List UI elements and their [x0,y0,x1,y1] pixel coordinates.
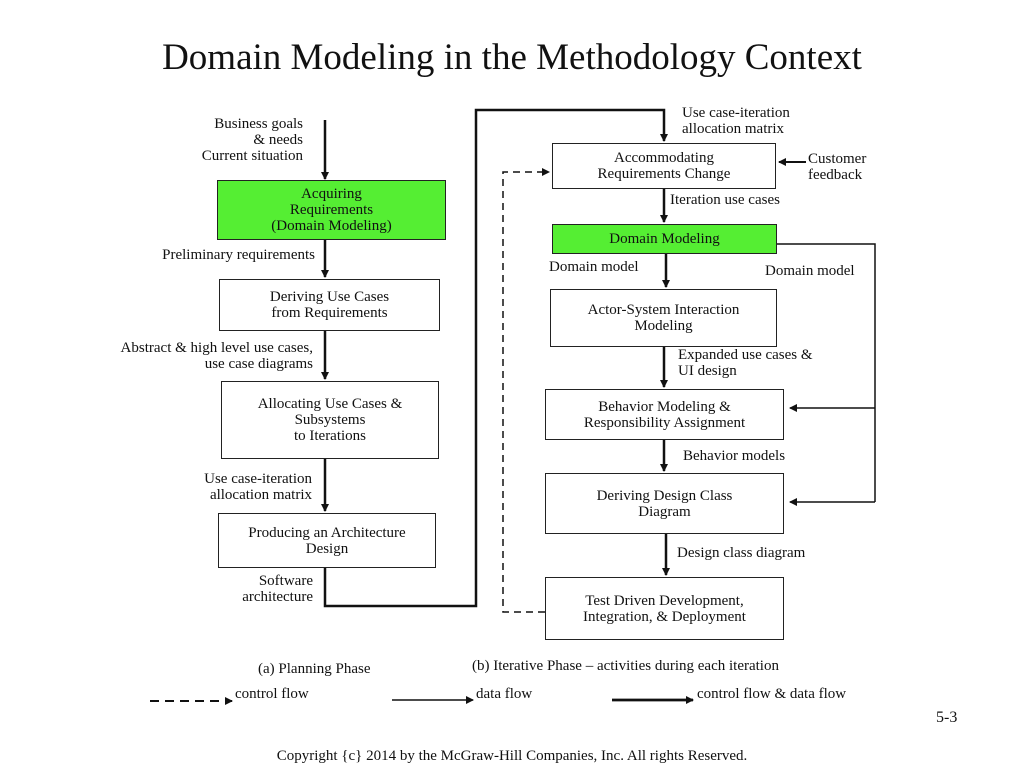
box-deriving-use-cases: Deriving Use Cases from Requirements [219,279,440,331]
flow-expanded-use-cases: Expanded use cases & UI design [678,347,813,379]
flow-preliminary-requirements: Preliminary requirements [162,247,315,263]
box-behavior-modeling: Behavior Modeling & Responsibility Assig… [545,389,784,440]
legend-control-and-data-flow: control flow & data flow [697,686,847,702]
iterative-input-label: Use case-iteration allocation matrix [682,105,790,137]
caption-iterative-phase: (b) Iterative Phase – activities during … [472,658,779,674]
side-flow-domain-model: Domain model [765,263,855,279]
flow-behavior-models: Behavior models [683,448,786,464]
page-number: 5-3 [936,709,958,726]
flow-abstract-use-cases: Abstract & high level use cases, use cas… [120,340,313,372]
flow-domain-model: Domain model [549,259,639,275]
planning-input-label: Business goals & needs Current situation [201,116,303,164]
flow-design-class-diagram: Design class diagram [677,545,806,561]
box-actor-system-interaction: Actor-System Interaction Modeling [550,289,777,347]
legend-control-flow: control flow [235,686,309,702]
box-test-driven-development: Test Driven Development, Integration, & … [545,577,784,640]
box-allocating-use-cases: Allocating Use Cases & Subsystems to Ite… [221,381,439,459]
box-deriving-design-class: Deriving Design Class Diagram [545,473,784,534]
dashed-control-flow-loop [502,168,550,613]
customer-feedback-label: Customer feedback [808,151,867,183]
box-domain-modeling: Domain Modeling [552,224,777,254]
flow-use-case-iteration-matrix: Use case-iteration allocation matrix [204,471,312,503]
caption-planning-phase: (a) Planning Phase [258,661,371,677]
flow-iteration-use-cases: Iteration use cases [670,192,780,208]
box-producing-architecture: Producing an Architecture Design [218,513,436,568]
legend-data-flow: data flow [476,686,533,702]
box-acquiring-requirements: Acquiring Requirements (Domain Modeling) [217,180,446,240]
box-accommodating-change: Accommodating Requirements Change [552,143,776,189]
flow-software-architecture: Software architecture [242,573,313,605]
copyright: Copyright {c} 2014 by the McGraw-Hill Co… [276,748,748,764]
